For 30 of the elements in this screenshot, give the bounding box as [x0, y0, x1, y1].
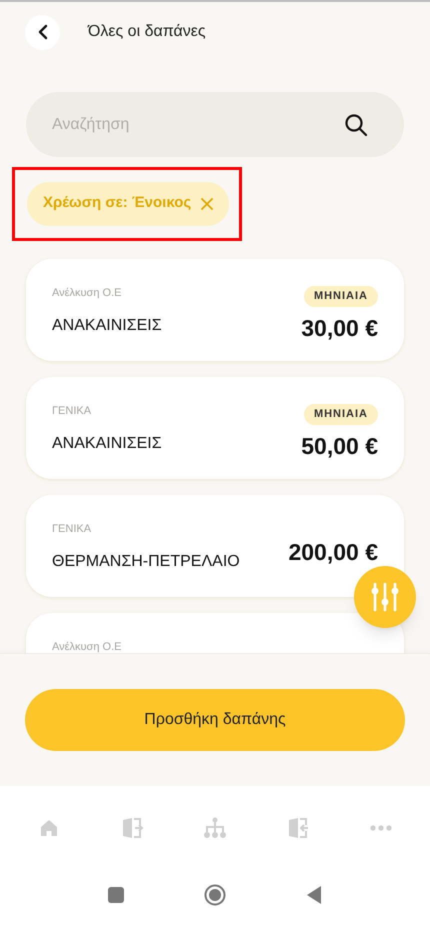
- search-field[interactable]: Αναζήτηση: [26, 92, 404, 157]
- hierarchy-icon[interactable]: [202, 816, 227, 840]
- frequency-badge: ΜΗΝΙΑΙΑ: [304, 404, 378, 424]
- category-text: Ανέλκυση Ο.Ε: [52, 286, 122, 301]
- category-text: Ανέλκυση Ο.Ε: [52, 640, 122, 653]
- category-text: ΓΕΝΙΚΑ: [52, 404, 92, 419]
- amount-text: 30,00 €: [301, 314, 378, 342]
- amount-text: 50,00 €: [301, 432, 378, 460]
- frequency-badge: ΜΗΝΙΑΙΑ: [304, 286, 378, 306]
- door-exit-icon[interactable]: [120, 816, 144, 840]
- back-icon: [38, 24, 48, 40]
- recents-icon[interactable]: [108, 886, 124, 902]
- amount-text: 200,00 €: [288, 538, 378, 567]
- expense-card[interactable]: ΓΕΝΙΚΑ ΘΕΡΜΑΝΣΗ-ΠΕΤΡΕΛΑΙΟ 200,00 €: [26, 495, 404, 597]
- search-icon[interactable]: [344, 113, 368, 137]
- close-icon[interactable]: [201, 198, 214, 210]
- expense-name: ΑΝΑΚΑΙΝΙΣΕΙΣ: [52, 434, 162, 454]
- back-button[interactable]: [25, 14, 60, 50]
- more-icon[interactable]: [370, 825, 392, 831]
- home-circle-icon[interactable]: [204, 884, 226, 906]
- home-icon[interactable]: [39, 818, 60, 838]
- expense-card[interactable]: ΓΕΝΙΚΑ ΑΝΑΚΑΙΝΙΣΕΙΣ ΜΗΝΙΑΙΑ 50,00 €: [26, 377, 404, 479]
- back-triangle-icon[interactable]: [306, 884, 322, 904]
- expense-name: ΑΝΑΚΑΙΝΙΣΕΙΣ: [52, 316, 162, 336]
- expense-name: ΘΕΡΜΑΝΣΗ-ΠΕΤΡΕΛΑΙΟ: [52, 552, 240, 572]
- sliders-icon: [371, 582, 399, 612]
- category-text: ΓΕΝΙΚΑ: [52, 522, 92, 537]
- expense-card[interactable]: Ανέλκυση Ο.Ε ΑΝΑΚΑΙΝΙΣΕΙΣ ΜΗΝΙΑΙΑ 30,00 €: [26, 259, 404, 361]
- page-title: Όλες οι δαπάνες: [88, 22, 206, 42]
- add-expense-button[interactable]: Προσθήκη δαπάνης: [25, 689, 405, 751]
